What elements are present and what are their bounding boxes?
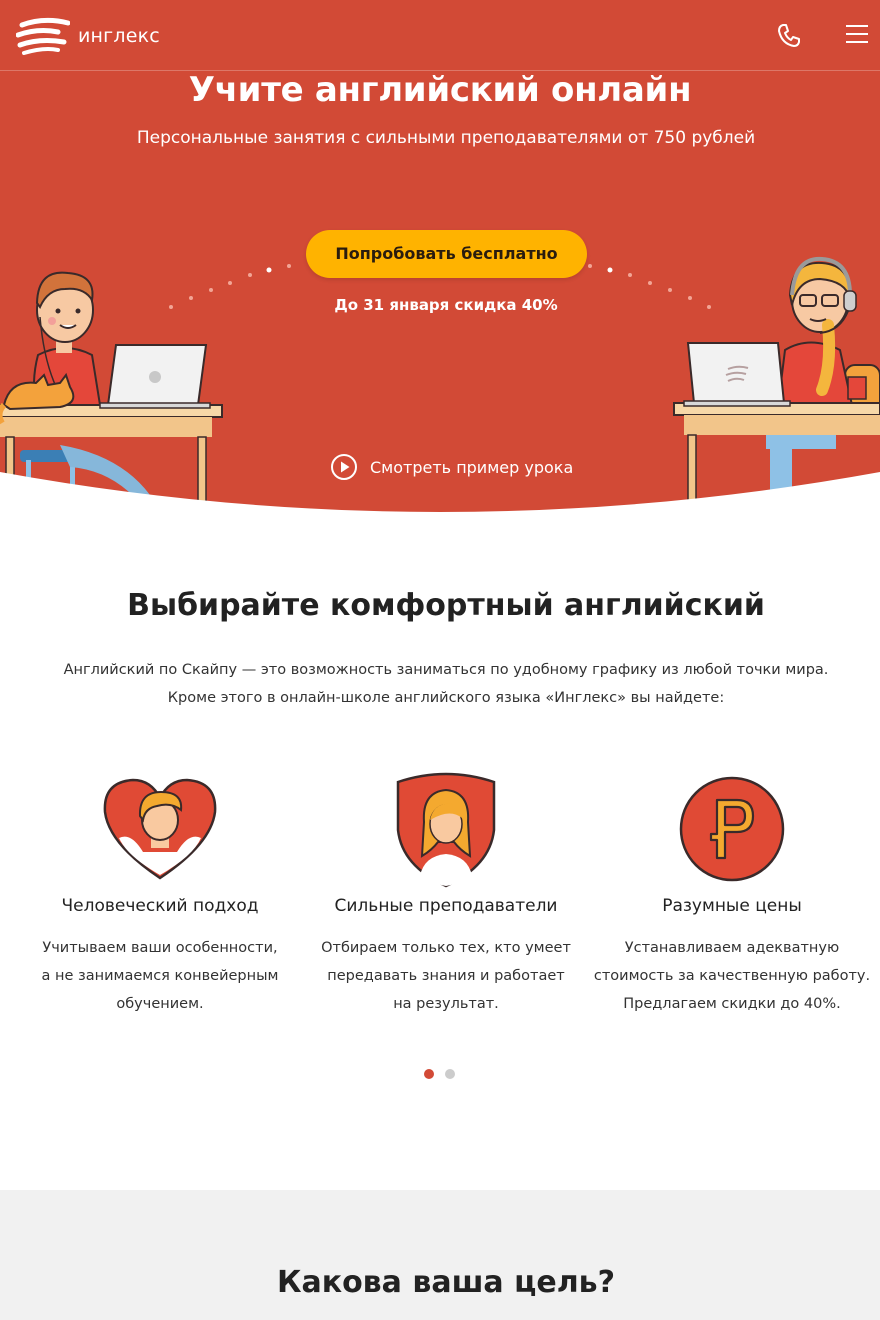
feature-description: Учитываем ваши особенности, а не занимае…	[41, 940, 279, 1012]
feature-description: Отбираем только тех, кто умеет передават…	[321, 940, 571, 1012]
try-free-button[interactable]: Попробовать бесплатно	[306, 230, 587, 278]
carousel-pagination	[424, 1069, 466, 1079]
comfort-section-description: Английский по Скайпу — это возможность з…	[40, 656, 852, 712]
heart-person-icon	[103, 778, 217, 880]
feature-strong-teachers: Сильные преподаватели Отбираем только те…	[301, 770, 591, 1018]
shield-teacher-icon	[396, 772, 496, 888]
goal-section: Какова ваша цель?	[0, 1190, 880, 1320]
feature-title: Сильные преподаватели	[334, 896, 558, 916]
ruble-icon	[679, 776, 785, 882]
watch-sample-lesson-link[interactable]: Смотреть пример урока	[330, 453, 573, 481]
watch-sample-lesson-label: Смотреть пример урока	[370, 457, 574, 477]
feature-title: Человеческий подход	[61, 896, 259, 916]
play-circle-icon	[331, 454, 357, 480]
feature-title: Разумные цены	[662, 896, 802, 916]
comfort-description-line-1: Английский по Скайпу — это возможность з…	[63, 662, 829, 678]
feature-reasonable-prices: Разумные цены Устанавливаем адекватную с…	[587, 770, 877, 1018]
hero-banner: инглекс Учите английский онлайн Персонал…	[0, 0, 880, 515]
carousel-dot[interactable]	[445, 1069, 455, 1079]
feature-human-approach: Человеческий подход Учитываем ваши особе…	[15, 770, 305, 1018]
comfort-section-title: Выбирайте комфортный английский	[127, 588, 765, 623]
goal-section-title: Какова ваша цель?	[276, 1265, 616, 1300]
comfort-description-line-2: Кроме этого в онлайн-школе английского я…	[167, 690, 725, 706]
feature-description: Устанавливаем адекватную стоимость за ка…	[593, 940, 871, 1012]
carousel-dot-active[interactable]	[424, 1069, 434, 1079]
